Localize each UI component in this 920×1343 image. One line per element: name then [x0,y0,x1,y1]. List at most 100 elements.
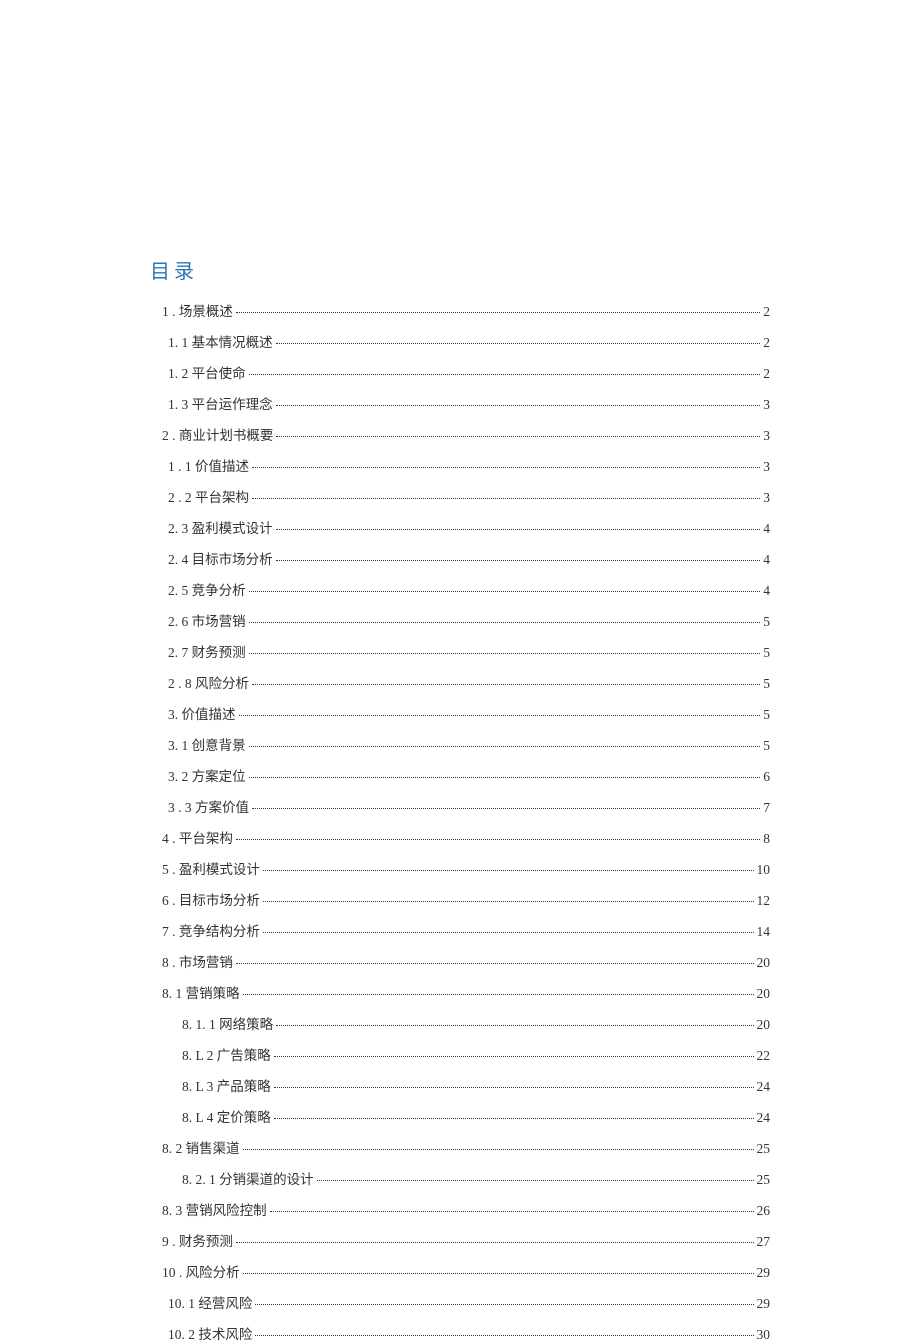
toc-leader-dots [243,1149,754,1150]
toc-entry-page: 4 [763,521,770,537]
toc-entry: 3. 2 方案定位6 [150,765,770,785]
toc-entry-page: 7 [763,800,770,816]
toc-entry-label: 7 . 竞争结构分析 [162,920,260,940]
toc-leader-dots [274,1087,754,1088]
toc-entry: 8. L 4 定价策略 24 [150,1106,770,1126]
toc-leader-dots [255,1304,753,1305]
toc-entry: 4 . 平台架构8 [150,827,770,847]
toc-entry: 1. 1 基本情况概述 2 [150,331,770,351]
toc-entry-label: 8. L 4 定价策略 [182,1106,271,1126]
toc-entry: 8. L 2 广告策略22 [150,1044,770,1064]
toc-entry-page: 2 [763,335,770,351]
toc-leader-dots [236,963,754,964]
toc-leader-dots [276,436,760,437]
toc-entry-label: 1. 1 基本情况概述 [168,331,273,351]
toc-entry-page: 26 [757,1203,771,1219]
toc-leader-dots [249,374,761,375]
toc-entry-label: 10 . 风险分析 [162,1261,240,1281]
toc-entry: 8. 1. 1 网络策略20 [150,1013,770,1033]
toc-entry-label: 8. 3 营销风险控制 [162,1199,267,1219]
toc-entry-page: 5 [763,614,770,630]
toc-leader-dots [263,870,754,871]
toc-entry-label: 6 . 目标市场分析 [162,889,260,909]
toc-entry-page: 5 [763,645,770,661]
toc-entry-page: 3 [763,459,770,475]
toc-entry-page: 24 [757,1110,771,1126]
toc-leader-dots [236,839,760,840]
toc-entry-label: 1 . 1 价值描述 [168,455,249,475]
toc-entry-label: 3 . 3 方案价值 [168,796,249,816]
toc-entry: 8. 2. 1 分销渠道的设计25 [150,1168,770,1188]
toc-leader-dots [263,901,754,902]
toc-leader-dots [276,560,761,561]
toc-leader-dots [243,994,754,995]
toc-entry: 8 . 市场营销 20 [150,951,770,971]
toc-leader-dots [239,715,761,716]
toc-entry-label: 8. 1. 1 网络策略 [182,1013,273,1033]
toc-list: 1 . 场景概述21. 1 基本情况概述21. 2 平台使命21. 3 平台运作… [150,300,770,1343]
toc-entry-page: 20 [757,955,771,971]
toc-leader-dots [252,467,760,468]
toc-entry: 2. 3 盈利模式设计 4 [150,517,770,537]
toc-leader-dots [252,498,760,499]
toc-entry-label: 8 . 市场营销 [162,951,233,971]
toc-heading: 目录 [150,255,770,284]
toc-entry-page: 5 [763,738,770,754]
toc-leader-dots [276,405,761,406]
toc-entry: 10. 1 经营风险29 [150,1292,770,1312]
toc-entry-page: 30 [757,1327,771,1343]
toc-entry-page: 25 [757,1141,771,1157]
toc-leader-dots [236,312,760,313]
toc-entry-label: 2. 3 盈利模式设计 [168,517,273,537]
toc-entry: 2. 7 财务预测5 [150,641,770,661]
toc-entry-label: 8. 2 销售渠道 [162,1137,240,1157]
toc-entry: 2. 6 市场营销 5 [150,610,770,630]
toc-entry-page: 4 [763,552,770,568]
toc-leader-dots [276,1025,753,1026]
toc-entry-page: 5 [763,707,770,723]
toc-leader-dots [236,1242,754,1243]
toc-entry-page: 12 [757,893,771,909]
toc-entry-label: 3. 2 方案定位 [168,765,246,785]
toc-entry-label: 10. 2 技术风险 [168,1323,252,1343]
toc-leader-dots [274,1056,754,1057]
toc-entry: 5 . 盈利模式设计 10 [150,858,770,878]
toc-entry: 10. 2 技术风险 30 [150,1323,770,1343]
toc-leader-dots [255,1335,753,1336]
toc-entry-label: 2 . 商业计划书概要 [162,424,273,444]
toc-entry: 2 . 商业计划书概要 3 [150,424,770,444]
toc-entry: 1 . 场景概述2 [150,300,770,320]
toc-entry-label: 1. 3 平台运作理念 [168,393,273,413]
toc-entry: 3. 价值描述5 [150,703,770,723]
toc-entry-label: 2. 4 目标市场分析 [168,548,273,568]
toc-entry: 8. L 3 产品策略24 [150,1075,770,1095]
toc-entry-page: 10 [757,862,771,878]
toc-entry: 8. 1 营销策略20 [150,982,770,1002]
toc-leader-dots [274,1118,754,1119]
toc-entry: 1. 2 平台使命2 [150,362,770,382]
toc-entry-label: 3. 1 创意背景 [168,734,246,754]
toc-entry: 8. 3 营销风险控制 26 [150,1199,770,1219]
toc-entry: 7 . 竞争结构分析14 [150,920,770,940]
toc-leader-dots [249,622,761,623]
toc-entry-page: 4 [763,583,770,599]
toc-entry-page: 27 [757,1234,771,1250]
toc-entry-label: 5 . 盈利模式设计 [162,858,260,878]
toc-leader-dots [243,1273,754,1274]
toc-entry-label: 1. 2 平台使命 [168,362,246,382]
toc-entry-page: 3 [763,428,770,444]
toc-entry: 2. 5 竞争分析4 [150,579,770,599]
toc-leader-dots [249,653,761,654]
toc-entry-page: 29 [757,1265,771,1281]
toc-entry-label: 8. L 3 产品策略 [182,1075,271,1095]
toc-leader-dots [317,1180,754,1181]
toc-entry-label: 8. 2. 1 分销渠道的设计 [182,1168,314,1188]
toc-entry-page: 3 [763,490,770,506]
toc-entry-label: 2 . 2 平台架构 [168,486,249,506]
toc-entry-page: 2 [763,304,770,320]
toc-entry-label: 4 . 平台架构 [162,827,233,847]
toc-entry: 9 . 财务预测27 [150,1230,770,1250]
toc-entry-label: 2. 6 市场营销 [168,610,246,630]
toc-entry: 1 . 1 价值描述 3 [150,455,770,475]
toc-entry-label: 8. L 2 广告策略 [182,1044,271,1064]
